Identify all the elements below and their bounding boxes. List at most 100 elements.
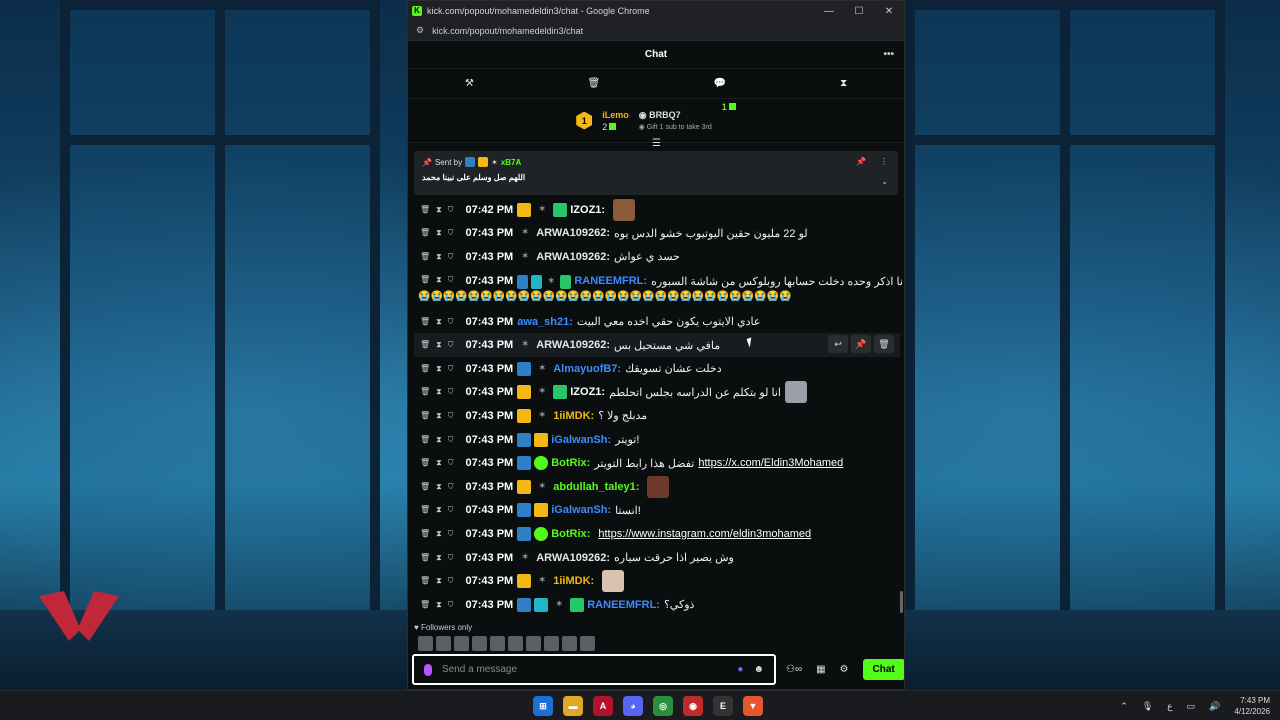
message-placeholder[interactable]: Send a message <box>442 664 737 675</box>
emote-icon[interactable] <box>562 636 577 651</box>
chat-message[interactable]: 🗑⧗⛉ 07:43 PM ✶ RANEEMFRL: ذوكي؟ <box>408 593 904 617</box>
chat-message[interactable]: 🗑⧗⛉ 07:43 PM ✶ ARWA109262: حسد ي عواش <box>408 245 904 269</box>
mod-action-icons[interactable]: 🗑⧗⛉ <box>420 435 460 445</box>
emote-icon[interactable] <box>436 636 451 651</box>
tray-chevron-icon[interactable]: ⌃ <box>1120 701 1128 712</box>
mod-action-icons[interactable]: 🗑⧗⛉ <box>420 387 460 397</box>
unpin-icon[interactable]: 📌 <box>856 157 866 166</box>
chat-message[interactable]: 🗑⧗⛉ 07:43 PM ✶ abdullah_taley1: <box>408 475 904 499</box>
kick-emote-icon[interactable]: ● <box>737 664 743 675</box>
site-settings-icon[interactable]: ⚙ <box>416 25 424 36</box>
pinned-more-icon[interactable]: ⋮ <box>880 157 888 166</box>
chrome-icon[interactable]: ◎ <box>653 696 673 716</box>
emote-icon[interactable] <box>544 636 559 651</box>
language-indicator[interactable]: ع <box>1167 701 1172 712</box>
emote-icon[interactable] <box>418 636 433 651</box>
message-username[interactable]: ARWA109262: <box>536 227 610 239</box>
message-username[interactable]: IZOZ1: <box>570 386 605 398</box>
clear-chat-icon[interactable]: 🗑 <box>588 78 601 89</box>
scrollbar[interactable] <box>900 591 903 613</box>
leader-name[interactable]: iLemo <box>602 110 629 120</box>
network-icon[interactable]: ▭ <box>1187 701 1196 712</box>
collapse-leaderboard-icon[interactable]: ☰ <box>652 138 661 149</box>
emote-icon[interactable] <box>454 636 469 651</box>
window-titlebar[interactable]: K kick.com/popout/mohamedeldin3/chat - G… <box>408 1 904 21</box>
chat-message[interactable]: 🗑⧗⛉ 07:43 PM iGalwanSh: انستا! <box>408 499 904 523</box>
message-username[interactable]: iGalwanSh: <box>551 504 611 516</box>
ban-hammer-icon[interactable]: ⚒ <box>465 78 474 89</box>
url-text[interactable]: kick.com/popout/mohamedeldin3/chat <box>432 26 583 36</box>
message-link[interactable]: https://www.instagram.com/eldin3mohamed <box>598 528 811 540</box>
delete-message-icon[interactable]: 🗑 <box>874 335 894 354</box>
mod-action-icons[interactable]: 🗑⧗⛉ <box>420 529 460 539</box>
mod-action-icons[interactable]: 🗑⧗⛉ <box>420 600 460 610</box>
emote-icon[interactable] <box>490 636 505 651</box>
pin-message-icon[interactable]: 📌 <box>851 335 871 354</box>
pinned-user[interactable]: xB7A <box>501 158 521 167</box>
mod-action-icons[interactable]: 🗑⧗⛉ <box>420 576 460 586</box>
reply-icon[interactable]: ↩ <box>828 335 848 354</box>
message-username[interactable]: abdullah_taley1: <box>553 481 639 493</box>
message-username[interactable]: ARWA109262: <box>536 339 610 351</box>
chat-message[interactable]: 🗑⧗⛉ 07:43 PM ✶ 1iiMDK: مدبلج ولا ؟ <box>408 404 904 428</box>
start-button-icon[interactable]: ⊞ <box>533 696 553 716</box>
obs-icon[interactable]: ◉ <box>683 696 703 716</box>
message-username[interactable]: ARWA109262: <box>536 552 610 564</box>
minimize-icon[interactable]: — <box>814 6 844 17</box>
brave-icon[interactable]: ▼ <box>743 696 763 716</box>
chat-message[interactable]: 🗑⧗⛉ 07:43 PM ✶ ARWA109262: لو 22 مليون حقين … <box>408 222 904 246</box>
message-username[interactable]: AlmayuofB7: <box>553 363 621 375</box>
message-username[interactable]: BotRix: <box>551 457 590 469</box>
epic-games-icon[interactable]: E <box>713 696 733 716</box>
chat-message[interactable]: 🗑⧗⛉ 07:43 PM ✶ ARWA109262: مافي شي مستحيل بس… <box>414 333 900 357</box>
mod-action-icons[interactable]: 🗑⧗⛉ <box>420 205 460 215</box>
chat-message[interactable]: 🗑⧗⛉ 07:43 PM ✶ 1iiMDK: <box>408 569 904 593</box>
message-username[interactable]: RANEEMFRL: <box>574 275 647 287</box>
second-name[interactable]: BRBQ7 <box>649 110 681 120</box>
mod-action-icons[interactable]: 🗑⧗⛉ <box>420 275 460 285</box>
chat-message[interactable]: 🗑⧗⛉ 07:43 PM BotRix: https://www.instagram.… <box>408 522 904 546</box>
gift-sub-icon[interactable]: ▦ <box>816 664 825 675</box>
discord-icon[interactable]: ◕ <box>623 696 643 716</box>
chat-message[interactable]: 🗑⧗⛉ 07:43 PM ✶ AlmayuofB7: دخلت عشان تسويقك <box>408 357 904 381</box>
app-icon[interactable]: A <box>593 696 613 716</box>
message-username[interactable]: ARWA109262: <box>536 251 610 263</box>
address-bar[interactable]: ⚙ kick.com/popout/mohamedeldin3/chat <box>408 21 904 41</box>
mod-action-icons[interactable]: 🗑⧗⛉ <box>420 317 460 327</box>
settings-icon[interactable]: ⚙ <box>840 664 849 675</box>
message-username[interactable]: IZOZ1: <box>570 204 605 216</box>
close-icon[interactable]: ✕ <box>874 6 904 17</box>
chat-message[interactable]: 🗑⧗⛉ 07:43 PM ✶ RANEEMFRL: انا اذكر وحده دخلت… <box>408 269 904 310</box>
microphone-icon[interactable] <box>424 663 432 676</box>
clock[interactable]: 7:43 PM 4/12/2026 <box>1234 695 1270 717</box>
message-input[interactable]: Send a message ● ☻ <box>412 654 776 685</box>
chat-message[interactable]: 🗑⧗⛉ 07:42 PM ✶ IZOZ1: <box>408 198 904 222</box>
mod-action-icons[interactable]: 🗑⧗⛉ <box>420 482 460 492</box>
chat-message[interactable]: 🗑⧗⛉ 07:43 PM ✶ IZOZ1: انا لو بتكلم عن الدراس… <box>408 381 904 405</box>
slow-mode-icon[interactable]: ⧗ <box>840 78 847 89</box>
message-username[interactable]: iGalwanSh: <box>551 434 611 446</box>
message-username[interactable]: 1iiMDK: <box>553 575 594 587</box>
message-username[interactable]: RANEEMFRL: <box>587 599 660 611</box>
chat-message[interactable]: 🗑⧗⛉ 07:43 PM awa_sh21: عادي الايتوب يكون حق… <box>408 310 904 334</box>
viewers-icon[interactable]: ⚇∞ <box>786 664 802 675</box>
maximize-icon[interactable]: ☐ <box>844 6 874 17</box>
message-username[interactable]: 1iiMDK: <box>553 410 594 422</box>
mod-action-icons[interactable]: 🗑⧗⛉ <box>420 252 460 262</box>
file-explorer-icon[interactable]: ▬ <box>563 696 583 716</box>
mod-action-icons[interactable]: 🗑⧗⛉ <box>420 411 460 421</box>
chat-message[interactable]: 🗑⧗⛉ 07:43 PM iGalwanSh: تويتر! <box>408 428 904 452</box>
mod-action-icons[interactable]: 🗑⧗⛉ <box>420 340 460 350</box>
emoji-icon[interactable]: ☻ <box>753 664 764 675</box>
volume-icon[interactable]: 🔊 <box>1209 701 1220 712</box>
microphone-tray-icon[interactable]: 🎙 <box>1142 701 1153 712</box>
chat-message[interactable]: 🗑⧗⛉ 07:43 PM ✶ ARWA109262: وش يصير اذا حرقت … <box>408 546 904 570</box>
chat-message[interactable]: 🗑⧗⛉ 07:43 PM BotRix: تفضل هذا رابط التويتر h… <box>408 451 904 475</box>
mod-action-icons[interactable]: 🗑⧗⛉ <box>420 458 460 468</box>
more-options-icon[interactable]: ••• <box>883 49 894 60</box>
emote-icon[interactable] <box>472 636 487 651</box>
mod-action-icons[interactable]: 🗑⧗⛉ <box>420 553 460 563</box>
message-username[interactable]: awa_sh21: <box>517 316 573 328</box>
message-link[interactable]: https://x.com/Eldin3Mohamed <box>698 457 843 469</box>
mod-action-icons[interactable]: 🗑⧗⛉ <box>420 364 460 374</box>
